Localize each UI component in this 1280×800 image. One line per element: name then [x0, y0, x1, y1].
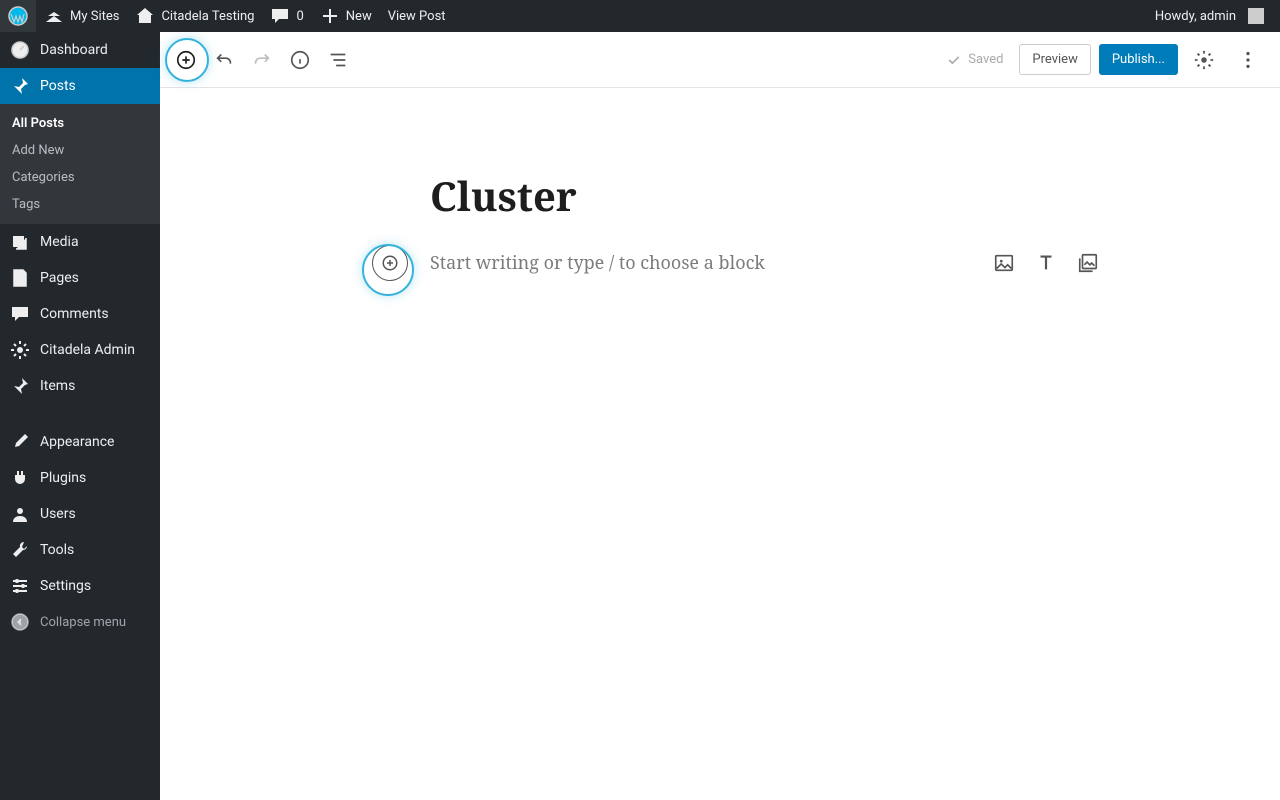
plus-icon	[320, 6, 340, 26]
wrench-icon	[10, 540, 30, 560]
dashboard-icon	[10, 40, 30, 60]
plug-icon	[10, 468, 30, 488]
page-icon	[10, 268, 30, 288]
submenu-item-add-new[interactable]: Add New	[0, 137, 160, 164]
my-sites-label: My Sites	[70, 9, 119, 24]
paragraph-placeholder: Start writing or type / to choose a bloc…	[430, 251, 1010, 275]
sidebar-item-label: Tools	[40, 542, 74, 558]
sidebar-item-label: Items	[40, 378, 75, 394]
publish-button[interactable]: Publish...	[1099, 44, 1178, 75]
sidebar-item-label: Citadela Admin	[40, 342, 135, 358]
more-options-button[interactable]	[1230, 42, 1266, 78]
sidebar-item-label: Appearance	[40, 434, 114, 450]
sidebar-item-comments[interactable]: Comments	[0, 296, 160, 332]
home-icon	[135, 6, 155, 26]
content-info-button[interactable]	[282, 42, 318, 78]
sidebar-item-posts[interactable]: Posts	[0, 68, 160, 104]
view-post-link[interactable]: View Post	[380, 0, 454, 32]
sidebar-item-pages[interactable]: Pages	[0, 260, 160, 296]
new-content-link[interactable]: New	[312, 0, 380, 32]
preview-button[interactable]: Preview	[1019, 44, 1090, 75]
collapse-menu-button[interactable]: Collapse menu	[0, 604, 160, 640]
paragraph-block[interactable]: Start writing or type / to choose a bloc…	[430, 241, 1010, 285]
menu-separator	[0, 404, 160, 424]
add-block-button[interactable]	[168, 42, 204, 78]
my-sites-link[interactable]: My Sites	[36, 0, 127, 32]
insert-image-button[interactable]	[992, 251, 1016, 275]
my-account-link[interactable]: Howdy, admin	[1147, 0, 1272, 32]
sidebar-item-items[interactable]: Items	[0, 368, 160, 404]
sidebar-item-tools[interactable]: Tools	[0, 532, 160, 568]
admin-bar: My Sites Citadela Testing 0 New View Pos…	[0, 0, 1280, 32]
block-navigation-button[interactable]	[320, 42, 356, 78]
site-name-link[interactable]: Citadela Testing	[127, 0, 262, 32]
insert-gallery-button[interactable]	[1076, 251, 1100, 275]
sidebar-item-plugins[interactable]: Plugins	[0, 460, 160, 496]
submenu-item-tags[interactable]: Tags	[0, 191, 160, 218]
sidebar-item-label: Comments	[40, 306, 109, 322]
sidebar-item-users[interactable]: Users	[0, 496, 160, 532]
block-editor: Saved Preview Publish... Cluster Start w…	[160, 32, 1280, 800]
user-icon	[10, 504, 30, 524]
undo-button[interactable]	[206, 42, 242, 78]
comments-link[interactable]: 0	[262, 0, 311, 32]
sliders-icon	[10, 576, 30, 596]
comment-icon	[10, 304, 30, 324]
inline-inserter-button[interactable]	[372, 245, 408, 281]
redo-button[interactable]	[244, 42, 280, 78]
comments-count: 0	[296, 9, 303, 24]
settings-toggle-button[interactable]	[1186, 42, 1222, 78]
new-label: New	[346, 9, 372, 24]
posts-submenu: All Posts Add New Categories Tags	[0, 104, 160, 224]
quick-insert-buttons	[992, 251, 1100, 275]
sidebar-item-dashboard[interactable]: Dashboard	[0, 32, 160, 68]
save-status: Saved	[946, 52, 1011, 68]
collapse-icon	[10, 612, 30, 632]
sidebar-item-label: Plugins	[40, 470, 86, 486]
comment-icon	[270, 6, 290, 26]
sidebar-item-label: Users	[40, 506, 76, 522]
howdy-label: Howdy, admin	[1155, 9, 1236, 24]
insert-heading-button[interactable]	[1034, 251, 1058, 275]
saved-label: Saved	[968, 52, 1003, 67]
wp-logo-menu[interactable]	[0, 0, 36, 32]
sidebar-item-appearance[interactable]: Appearance	[0, 424, 160, 460]
media-icon	[10, 232, 30, 252]
sidebar-item-media[interactable]: Media	[0, 224, 160, 260]
sidebar-item-citadela-admin[interactable]: Citadela Admin	[0, 332, 160, 368]
pin-icon	[10, 76, 30, 96]
sidebar-item-label: Media	[40, 234, 79, 250]
collapse-label: Collapse menu	[40, 615, 126, 630]
gear-icon	[10, 340, 30, 360]
editor-toolbar: Saved Preview Publish...	[160, 32, 1280, 88]
sidebar-item-settings[interactable]: Settings	[0, 568, 160, 604]
editor-canvas[interactable]: Cluster Start writing or type / to choos…	[160, 88, 1280, 285]
submenu-item-categories[interactable]: Categories	[0, 164, 160, 191]
pin-icon	[10, 376, 30, 396]
submenu-item-all-posts[interactable]: All Posts	[0, 110, 160, 137]
brush-icon	[10, 432, 30, 452]
site-name-label: Citadela Testing	[161, 9, 254, 24]
sidebar-item-label: Dashboard	[40, 42, 108, 58]
wordpress-logo-icon	[8, 6, 28, 26]
network-icon	[44, 6, 64, 26]
sidebar-item-label: Posts	[40, 78, 76, 94]
view-post-label: View Post	[388, 9, 446, 24]
sidebar-item-label: Pages	[40, 270, 79, 286]
avatar	[1248, 8, 1264, 24]
sidebar-item-label: Settings	[40, 578, 91, 594]
post-title-input[interactable]: Cluster	[430, 148, 1010, 241]
admin-sidebar: Dashboard Posts All Posts Add New Catego…	[0, 32, 160, 800]
